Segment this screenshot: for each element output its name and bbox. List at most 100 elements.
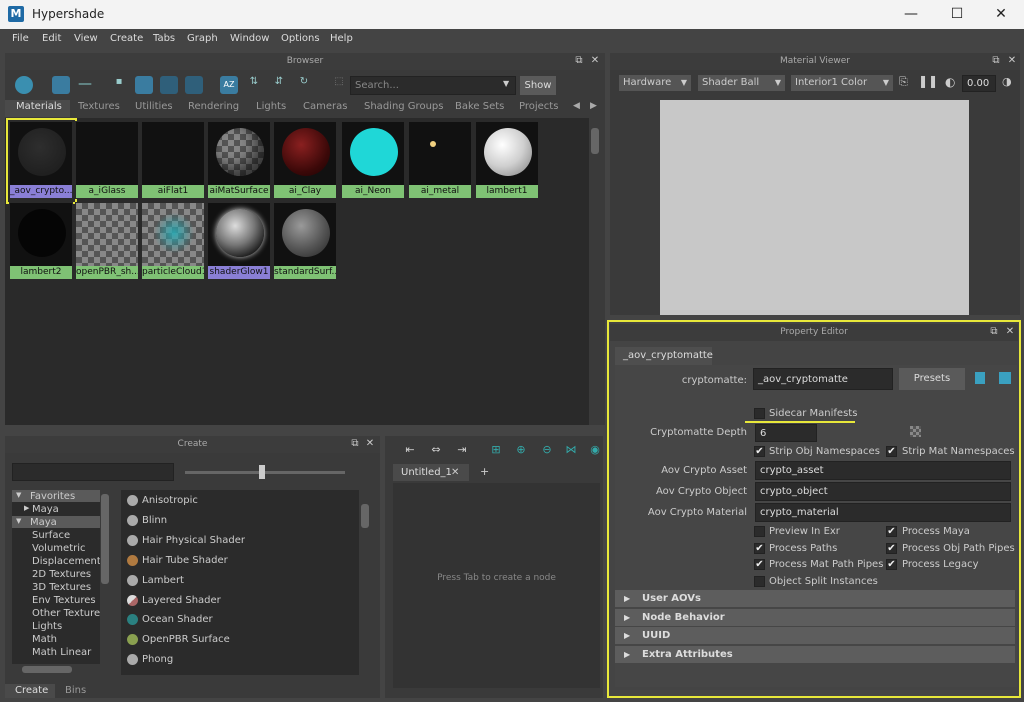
object-split-instances-checkbox[interactable] <box>754 576 765 587</box>
section-uuid[interactable]: ▶ UUID <box>615 627 1015 644</box>
tree-item-surface[interactable]: Surface <box>32 530 70 541</box>
xl-icon-view-icon[interactable] <box>185 76 203 94</box>
process-maya-checkbox[interactable]: ✔ <box>886 526 897 537</box>
shader-item[interactable]: Anisotropic <box>142 495 198 506</box>
shader-item[interactable]: Hair Physical Shader <box>142 535 245 546</box>
browser-search-input[interactable]: Search... <box>350 76 516 95</box>
node-name-field[interactable]: _aov_cryptomatte <box>753 368 893 390</box>
float-panel-icon[interactable]: ⧉ <box>349 438 361 450</box>
menu-view[interactable]: View <box>74 33 98 44</box>
tree-item-displacement[interactable]: Displacement <box>32 556 101 567</box>
medium-icon-view-icon[interactable] <box>135 76 153 94</box>
exposure-icon[interactable]: ◐ <box>945 75 955 89</box>
graph-materials-icon[interactable]: ⊞ <box>487 443 505 461</box>
sidecar-manifests-checkbox[interactable] <box>754 408 765 419</box>
preview-in-exr-checkbox[interactable] <box>754 526 765 537</box>
close-panel-icon[interactable]: ✕ <box>364 438 376 450</box>
copy-tab-icon[interactable] <box>999 372 1011 384</box>
environment-dropdown[interactable]: Interior1 Color ▼ <box>791 75 893 91</box>
tree-item-maya[interactable]: Maya <box>30 517 57 528</box>
material-swatch[interactable]: ai_Neon <box>341 121 405 199</box>
material-swatch[interactable]: lambert1 <box>475 121 539 199</box>
tab-scroll-right-icon[interactable]: ▶ <box>590 101 597 111</box>
aov-crypto-object-field[interactable]: crypto_object <box>755 482 1011 501</box>
exposure-field[interactable]: 0.00 <box>962 75 996 92</box>
tab-projects[interactable]: Projects <box>519 101 558 112</box>
section-user-aovs[interactable]: ▶ User AOVs <box>615 590 1015 607</box>
tree-item-math-linear[interactable]: Math Linear <box>32 647 91 658</box>
icon-size-slider[interactable] <box>185 471 345 474</box>
layout-icon[interactable]: ◉ <box>586 443 604 461</box>
material-swatch[interactable]: particleCloud1 <box>141 202 205 280</box>
shader-item[interactable]: OpenPBR Surface <box>142 634 230 645</box>
tab-materials[interactable]: Materials <box>16 101 62 112</box>
close-tab-icon[interactable]: ✕ <box>451 467 459 478</box>
material-swatch[interactable]: ai_metal <box>408 121 472 199</box>
create-search-input[interactable] <box>12 463 174 481</box>
tree-hscrollbar[interactable] <box>12 664 110 675</box>
float-panel-icon[interactable]: ⧉ <box>573 55 585 67</box>
process-obj-path-pipes-checkbox[interactable]: ✔ <box>886 543 897 554</box>
shader-item[interactable]: Phong <box>142 654 173 665</box>
aov-crypto-material-field[interactable]: crypto_material <box>755 503 1011 522</box>
tab-shading-groups[interactable]: Shading Groups <box>364 101 443 112</box>
gamma-icon[interactable]: ◑ <box>1002 75 1012 88</box>
tab-bins[interactable]: Bins <box>65 685 86 696</box>
browser-scrollbar[interactable] <box>589 118 601 425</box>
menu-tabs[interactable]: Tabs <box>153 33 175 44</box>
tab-scroll-left-icon[interactable]: ◀ <box>573 101 580 111</box>
sort-alpha-icon[interactable]: AZ <box>220 76 238 94</box>
menu-create[interactable]: Create <box>110 33 143 44</box>
tab-utilities[interactable]: Utilities <box>135 101 173 112</box>
aov-crypto-asset-field[interactable]: crypto_asset <box>755 461 1011 480</box>
add-tab-button[interactable]: + <box>480 465 489 478</box>
tree-item-volumetric[interactable]: Volumetric <box>32 543 86 554</box>
tab-textures[interactable]: Textures <box>78 101 120 112</box>
tree-scrollbar[interactable] <box>100 490 110 665</box>
view-icon[interactable] <box>52 76 70 94</box>
tab-lights[interactable]: Lights <box>256 101 286 112</box>
shader-item[interactable]: Layered Shader <box>142 595 221 606</box>
material-swatch[interactable]: a_iGlass <box>75 121 139 199</box>
render-icon[interactable]: ⎘ <box>899 75 908 89</box>
node-graph-canvas[interactable]: Press Tab to create a node <box>393 483 600 688</box>
material-swatch[interactable]: ai_Clay <box>273 121 337 199</box>
presets-button[interactable]: Presets <box>899 368 965 390</box>
tree-item-env-textures[interactable]: Env Textures <box>32 595 96 606</box>
strip-obj-namespaces-checkbox[interactable]: ✔ <box>754 446 765 457</box>
list-view-icon[interactable]: — <box>76 76 94 94</box>
shader-item[interactable]: Ocean Shader <box>142 614 213 625</box>
tree-item-math[interactable]: Math <box>32 634 57 645</box>
menu-help[interactable]: Help <box>330 33 353 44</box>
tree-item-favorites[interactable]: Favorites <box>30 491 75 502</box>
tree-item-2d-textures[interactable]: 2D Textures <box>32 569 91 580</box>
tab-bake-sets[interactable]: Bake Sets <box>455 101 504 112</box>
shader-item[interactable]: Lambert <box>142 575 184 586</box>
material-swatch[interactable]: standardSurf... <box>273 202 337 280</box>
add-node-icon[interactable]: ⊕ <box>512 443 530 461</box>
strip-mat-namespaces-checkbox[interactable]: ✔ <box>886 446 897 457</box>
slider-handle[interactable] <box>259 465 265 479</box>
menu-graph[interactable]: Graph <box>187 33 218 44</box>
cryptomatte-depth-field[interactable]: 6 <box>755 424 817 442</box>
process-paths-checkbox[interactable]: ✔ <box>754 543 765 554</box>
shader-list-scrollbar[interactable] <box>359 490 371 675</box>
tree-item-3d-textures[interactable]: 3D Textures <box>32 582 91 593</box>
section-extra-attributes[interactable]: ▶ Extra Attributes <box>615 646 1015 663</box>
close-panel-icon[interactable]: ✕ <box>589 55 601 67</box>
section-node-behavior[interactable]: ▶ Node Behavior <box>615 609 1015 626</box>
search-dropdown-icon[interactable]: ▼ <box>503 79 509 88</box>
float-panel-icon[interactable]: ⧉ <box>988 326 1000 338</box>
tab-create[interactable]: Create <box>5 684 55 698</box>
material-swatch[interactable]: lambert2 <box>9 202 73 280</box>
float-panel-icon[interactable]: ⧉ <box>990 55 1002 67</box>
menu-edit[interactable]: Edit <box>42 33 61 44</box>
map-icon[interactable] <box>910 426 921 437</box>
material-swatch[interactable]: openPBR_sh... <box>75 202 139 280</box>
large-icon-view-icon[interactable] <box>160 76 178 94</box>
toggle-icon[interactable] <box>15 76 33 94</box>
maximize-button[interactable]: ☐ <box>934 3 980 25</box>
sort-time-icon[interactable]: ⇵ <box>270 76 288 94</box>
tree-item-other-textures[interactable]: Other Textures <box>32 608 105 619</box>
sort-type-icon[interactable]: ⇅ <box>245 76 263 94</box>
